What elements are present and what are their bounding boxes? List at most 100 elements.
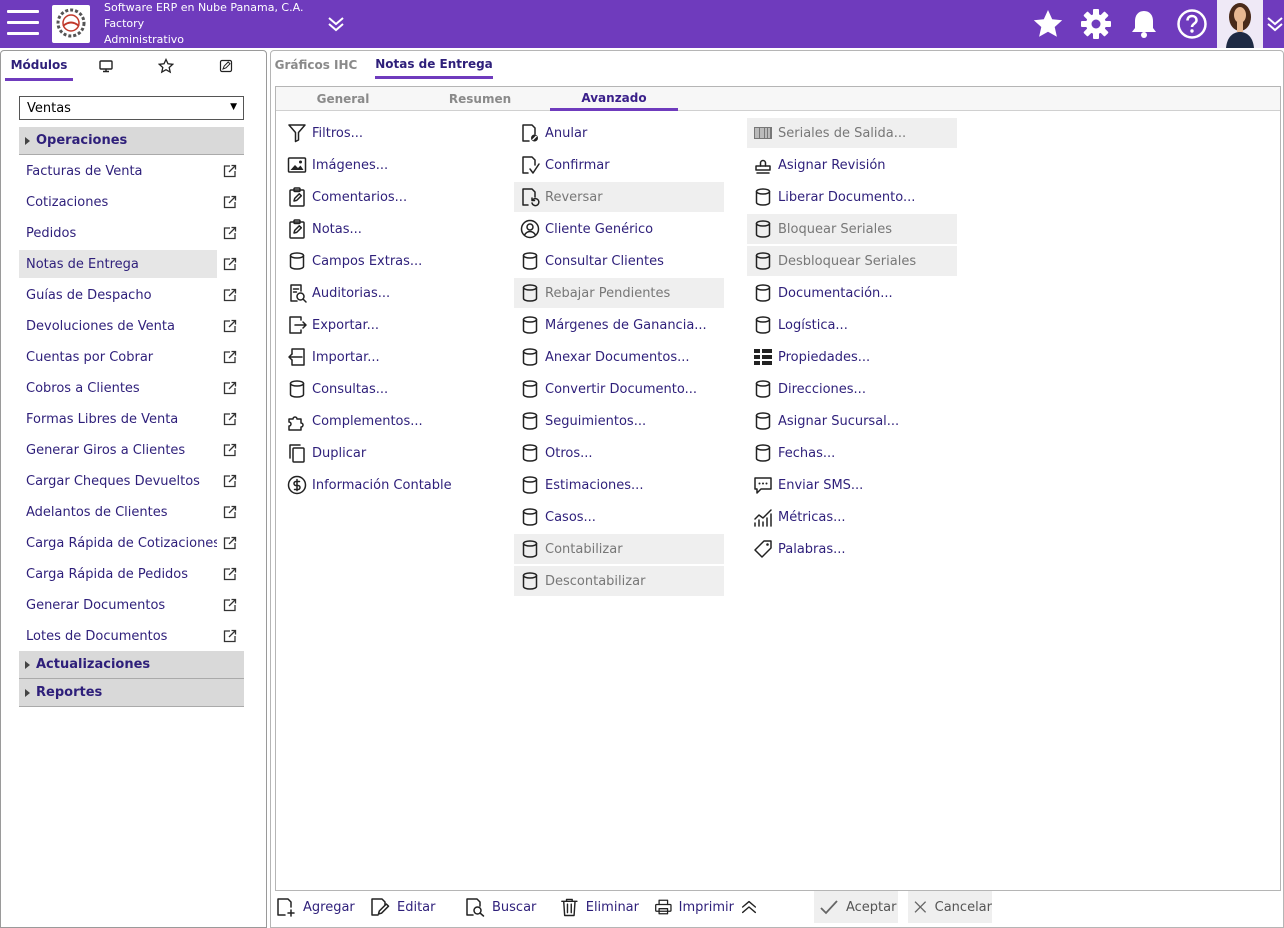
module-select[interactable]: Ventas ▼ — [19, 96, 244, 120]
external-link-icon[interactable] — [222, 597, 238, 613]
action-campos-extras[interactable]: Campos Extras... — [281, 246, 491, 276]
action-duplicar[interactable]: Duplicar — [281, 438, 491, 468]
external-link-icon[interactable] — [222, 349, 238, 365]
action-complementos[interactable]: Complementos... — [281, 406, 491, 436]
external-link-icon[interactable] — [222, 287, 238, 303]
action-estimaciones[interactable]: Estimaciones... — [514, 470, 724, 500]
external-link-icon[interactable] — [222, 225, 238, 241]
action-asignar-sucursal[interactable]: Asignar Sucursal... — [747, 406, 957, 436]
action-direcciones[interactable]: Direcciones... — [747, 374, 957, 404]
action-reversar[interactable]: Reversar — [514, 182, 724, 212]
action-asignar-revision[interactable]: Asignar Revisión — [747, 150, 957, 180]
action-convertir-documento[interactable]: Convertir Documento... — [514, 374, 724, 404]
help-icon[interactable] — [1176, 8, 1208, 40]
nav-item-cuentas-por-cobrar[interactable]: Cuentas por Cobrar — [19, 343, 217, 371]
collapse-toolbar-button[interactable] — [739, 891, 765, 923]
action-consultar-clientes[interactable]: Consultar Clientes — [514, 246, 724, 276]
nav-item-cobros-a-clientes[interactable]: Cobros a Clientes — [19, 374, 217, 402]
action-seriales-de-salida[interactable]: Seriales de Salida... — [747, 118, 957, 148]
nav-item-guias-de-despacho[interactable]: Guías de Despacho — [19, 281, 217, 309]
tab-notas-de-entrega[interactable]: Notas de Entrega — [375, 51, 493, 79]
tab-modulos[interactable]: Módulos — [5, 51, 73, 81]
action-otros[interactable]: Otros... — [514, 438, 724, 468]
nav-item-generar-documentos[interactable]: Generar Documentos — [19, 591, 217, 619]
action-documentacion[interactable]: Documentación... — [747, 278, 957, 308]
action-consultas[interactable]: Consultas... — [281, 374, 491, 404]
action-importar[interactable]: Importar... — [281, 342, 491, 372]
nav-item-cargar-cheques-devueltos[interactable]: Cargar Cheques Devueltos — [19, 467, 217, 495]
chevron-double-down-icon[interactable] — [1265, 14, 1284, 34]
external-link-icon[interactable] — [222, 411, 238, 427]
subtab-general[interactable]: General — [276, 87, 410, 111]
nav-item-formas-libres-de-venta[interactable]: Formas Libres de Venta — [19, 405, 217, 433]
button-imprimir[interactable]: Imprimir — [654, 891, 734, 923]
nav-item-adelantos-de-clientes[interactable]: Adelantos de Clientes — [19, 498, 217, 526]
nav-item-lotes-de-documentos[interactable]: Lotes de Documentos — [19, 622, 217, 650]
nav-item-devoluciones-de-venta[interactable]: Devoluciones de Venta — [19, 312, 217, 340]
section-actualizaciones[interactable]: Actualizaciones — [19, 651, 244, 679]
action-enviar-sms[interactable]: Enviar SMS... — [747, 470, 957, 500]
action-propiedades[interactable]: Propiedades... — [747, 342, 957, 372]
action-rebajar-pendientes[interactable]: Rebajar Pendientes — [514, 278, 724, 308]
action-logistica[interactable]: Logística... — [747, 310, 957, 340]
subtab-avanzado[interactable]: Avanzado — [550, 87, 678, 111]
action-notas[interactable]: Notas... — [281, 214, 491, 244]
menu-icon[interactable] — [7, 10, 39, 36]
action-palabras[interactable]: Palabras... — [747, 534, 957, 564]
nav-item-facturas-de-venta[interactable]: Facturas de Venta — [19, 157, 217, 185]
external-link-icon[interactable] — [222, 163, 238, 179]
action-casos[interactable]: Casos... — [514, 502, 724, 532]
action-contabilizar[interactable]: Contabilizar — [514, 534, 724, 564]
button-buscar[interactable]: Buscar — [464, 891, 544, 923]
nav-item-notas-de-entrega[interactable]: Notas de Entrega — [19, 250, 217, 278]
chevron-double-down-icon[interactable] — [326, 14, 346, 34]
section-operaciones[interactable]: Operaciones — [19, 127, 244, 155]
action-bloquear-seriales[interactable]: Bloquear Seriales — [747, 214, 957, 244]
nav-item-carga-rapida-de-cotizaciones[interactable]: Carga Rápida de Cotizaciones — [19, 529, 217, 557]
action-exportar[interactable]: Exportar... — [281, 310, 491, 340]
tab-monitor[interactable] — [86, 51, 126, 81]
action-anexar-documentos[interactable]: Anexar Documentos... — [514, 342, 724, 372]
action-informacion-contable[interactable]: Información Contable — [281, 470, 491, 500]
action-filtros[interactable]: Filtros... — [281, 118, 491, 148]
external-link-icon[interactable] — [222, 535, 238, 551]
button-eliminar[interactable]: Eliminar — [559, 891, 639, 923]
button-editar[interactable]: Editar — [369, 891, 449, 923]
external-link-icon[interactable] — [222, 256, 238, 272]
bell-icon[interactable] — [1128, 8, 1160, 40]
action-imagenes[interactable]: Imágenes... — [281, 150, 491, 180]
action-desbloquear-seriales[interactable]: Desbloquear Seriales — [747, 246, 957, 276]
button-cancelar[interactable]: Cancelar — [908, 891, 992, 923]
external-link-icon[interactable] — [222, 473, 238, 489]
external-link-icon[interactable] — [222, 380, 238, 396]
tab-favorites[interactable] — [146, 51, 186, 81]
action-cliente-generico[interactable]: Cliente Genérico — [514, 214, 724, 244]
action-descontabilizar[interactable]: Descontabilizar — [514, 566, 724, 596]
section-reportes[interactable]: Reportes — [19, 679, 244, 707]
star-icon[interactable] — [1032, 8, 1064, 40]
tab-graficos-ihc[interactable]: Gráficos IHC — [271, 51, 361, 79]
user-avatar[interactable] — [1217, 0, 1263, 48]
action-comentarios[interactable]: Comentarios... — [281, 182, 491, 212]
external-link-icon[interactable] — [222, 442, 238, 458]
external-link-icon[interactable] — [222, 628, 238, 644]
nav-item-generar-giros-a-clientes[interactable]: Generar Giros a Clientes — [19, 436, 217, 464]
action-anular[interactable]: Anular — [514, 118, 724, 148]
external-link-icon[interactable] — [222, 194, 238, 210]
action-margenes-de-ganancia[interactable]: Márgenes de Ganancia... — [514, 310, 724, 340]
button-aceptar[interactable]: Aceptar — [814, 891, 898, 923]
action-confirmar[interactable]: Confirmar — [514, 150, 724, 180]
nav-item-carga-rapida-de-pedidos[interactable]: Carga Rápida de Pedidos — [19, 560, 217, 588]
nav-item-cotizaciones[interactable]: Cotizaciones — [19, 188, 217, 216]
action-seguimientos[interactable]: Seguimientos... — [514, 406, 724, 436]
tab-notes[interactable] — [206, 51, 246, 81]
action-fechas[interactable]: Fechas... — [747, 438, 957, 468]
gear-icon[interactable] — [1080, 8, 1112, 40]
external-link-icon[interactable] — [222, 504, 238, 520]
action-liberar-documento[interactable]: Liberar Documento... — [747, 182, 957, 212]
nav-item-pedidos[interactable]: Pedidos — [19, 219, 217, 247]
action-metricas[interactable]: Métricas... — [747, 502, 957, 532]
external-link-icon[interactable] — [222, 566, 238, 582]
button-agregar[interactable]: Agregar — [275, 891, 355, 923]
action-auditorias[interactable]: Auditorias... — [281, 278, 491, 308]
